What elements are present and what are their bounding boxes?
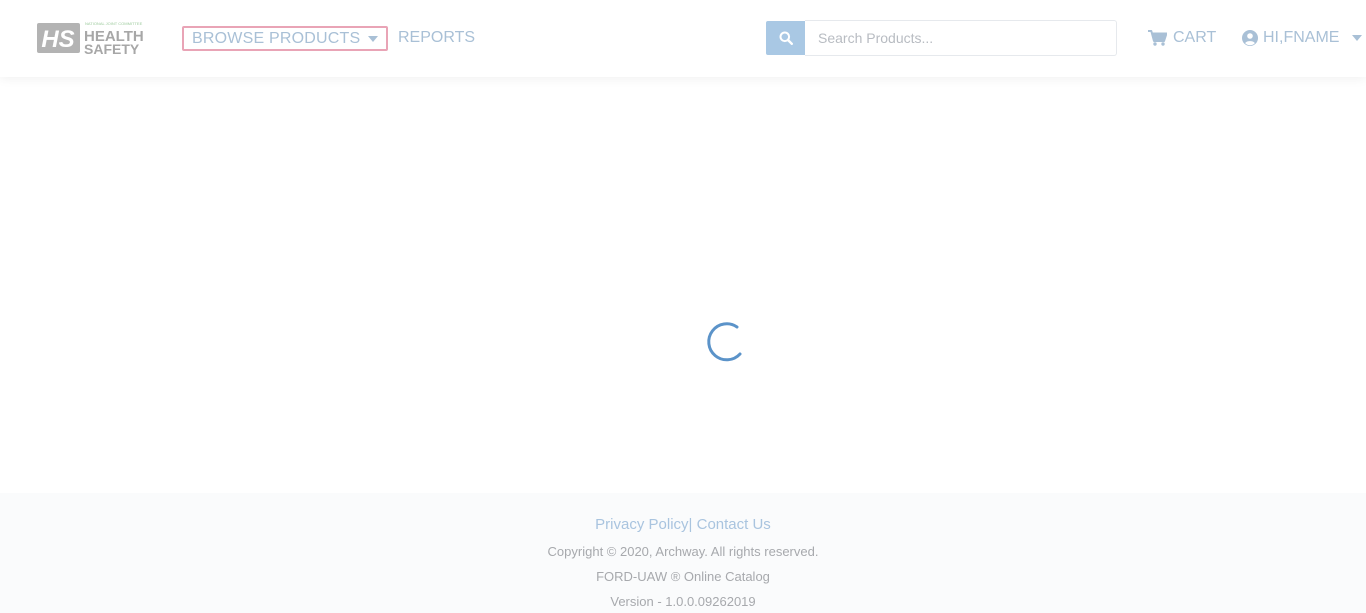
footer-separator: |: [688, 516, 693, 533]
user-circle-icon: [1242, 30, 1258, 46]
footer-links: Privacy Policy| Contact Us: [0, 516, 1366, 533]
privacy-policy-link[interactable]: Privacy Policy: [595, 516, 688, 533]
browse-products-label: BROWSE PRODUCTS: [192, 29, 361, 47]
user-menu[interactable]: HI,FNAME: [1242, 28, 1363, 48]
search-icon: [779, 31, 793, 45]
copyright-text: Copyright © 2020, Archway. All rights re…: [547, 544, 819, 559]
catalog-name: FORD-UAW ® Online Catalog: [596, 569, 770, 584]
logo-line2: SAFETY: [84, 41, 140, 56]
browse-products-dropdown[interactable]: BROWSE PRODUCTS: [182, 26, 388, 51]
cart-link[interactable]: CART: [1148, 28, 1216, 48]
loading-spinner: [704, 321, 746, 363]
version-text: Version - 1.0.0.09262019: [610, 594, 756, 609]
chevron-down-icon: [1352, 35, 1363, 41]
logo-mark: HS: [41, 26, 74, 53]
logo-tagline: NATIONAL JOINT COMMITTEE: [85, 21, 143, 26]
search-input[interactable]: [805, 20, 1117, 56]
contact-us-link[interactable]: Contact Us: [697, 516, 771, 533]
chevron-down-icon: [368, 36, 378, 42]
spinner-icon: [707, 322, 742, 362]
reports-link[interactable]: REPORTS: [398, 29, 475, 47]
page-footer: Privacy Policy| Contact Us Copyright © 2…: [0, 493, 1366, 613]
search-button[interactable]: [766, 21, 805, 55]
user-greeting: HI,FNAME: [1263, 29, 1340, 46]
top-navbar: HS NATIONAL JOINT COMMITTEE HEALTH SAFET…: [0, 0, 1366, 77]
health-safety-logo[interactable]: HS NATIONAL JOINT COMMITTEE HEALTH SAFET…: [36, 20, 158, 57]
cart-icon: [1148, 30, 1167, 46]
cart-label: CART: [1173, 29, 1217, 46]
